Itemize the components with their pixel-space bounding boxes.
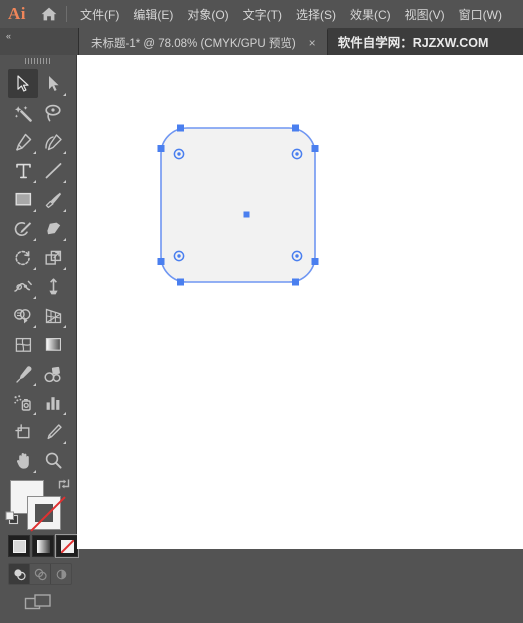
eyedropper-tool[interactable] — [8, 359, 38, 388]
rotate-tool[interactable] — [8, 243, 38, 272]
document-tab-bar: « 未标题-1* @ 78.08% (CMYK/GPU 预览) × 软件自学网：… — [0, 28, 523, 55]
gradient-tool[interactable] — [38, 330, 68, 359]
eraser-tool[interactable] — [38, 214, 68, 243]
tool-flyout-indicator — [33, 412, 36, 415]
menu-file[interactable]: 文件(F) — [73, 2, 126, 27]
gradient-mode-button[interactable] — [32, 535, 54, 557]
default-fill-stroke-icon[interactable] — [5, 511, 19, 530]
menu-edit[interactable]: 编辑(E) — [126, 2, 180, 27]
line-segment-tool[interactable] — [38, 156, 68, 185]
tool-grid — [0, 67, 76, 475]
menu-bar: Ai 文件(F) 编辑(E) 对象(O) 文字(T) 选择(S) 效果(C) 视… — [0, 0, 523, 28]
shape-builder-tool[interactable] — [8, 301, 38, 330]
pen-tool[interactable] — [8, 127, 38, 156]
tool-flyout-indicator — [33, 267, 36, 270]
shaper-tool[interactable] — [8, 214, 38, 243]
tool-flyout-indicator — [63, 267, 66, 270]
draw-normal-button[interactable] — [9, 564, 30, 584]
tool-flyout-indicator — [63, 180, 66, 183]
tool-flyout-indicator — [63, 325, 66, 328]
collapse-arrows-icon[interactable]: « — [6, 31, 11, 41]
type-tool[interactable] — [8, 156, 38, 185]
close-icon[interactable]: × — [306, 37, 319, 49]
menu-view[interactable]: 视图(V) — [398, 2, 452, 27]
paint-mode-row — [8, 534, 79, 558]
scale-tool[interactable] — [38, 243, 68, 272]
app-logo: Ai — [8, 4, 26, 23]
mesh-tool[interactable] — [8, 330, 38, 359]
tool-flyout-indicator — [33, 180, 36, 183]
symbol-sprayer-tool[interactable] — [8, 388, 38, 417]
home-icon[interactable] — [34, 0, 64, 28]
change-screen-mode-button[interactable] — [0, 593, 76, 613]
hand-tool[interactable] — [8, 446, 38, 475]
tool-panel — [0, 55, 79, 610]
tool-flyout-indicator — [63, 238, 66, 241]
document-tab-label: 未标题-1* @ 78.08% (CMYK/GPU 预览) — [91, 37, 296, 50]
tool-flyout-indicator — [63, 209, 66, 212]
tool-flyout-indicator — [63, 412, 66, 415]
selection-tool[interactable] — [8, 69, 38, 98]
tool-flyout-indicator — [33, 325, 36, 328]
illustrator-window: Ai 文件(F) 编辑(E) 对象(O) 文字(T) 选择(S) 效果(C) 视… — [0, 0, 523, 610]
artboard-tool[interactable] — [8, 417, 38, 446]
grip-dots-icon — [25, 58, 51, 64]
stroke-swatch[interactable] — [27, 496, 66, 532]
swap-fill-stroke-icon[interactable] — [57, 477, 71, 496]
tool-flyout-indicator — [33, 383, 36, 386]
draw-behind-button[interactable] — [30, 564, 51, 584]
free-transform-tool[interactable] — [38, 272, 68, 301]
slice-tool[interactable] — [38, 417, 68, 446]
width-tool[interactable] — [8, 272, 38, 301]
color-controls — [0, 475, 79, 623]
magic-wand-tool[interactable] — [8, 98, 38, 127]
tool-flyout-indicator — [33, 296, 36, 299]
tool-flyout-indicator — [63, 93, 66, 96]
menu-item-list: 文件(F) 编辑(E) 对象(O) 文字(T) 选择(S) 效果(C) 视图(V… — [73, 2, 509, 27]
curvature-tool[interactable] — [38, 127, 68, 156]
watermark-text: 软件自学网：RJZXW.COM — [337, 36, 489, 50]
blend-tool[interactable] — [38, 359, 68, 388]
menu-window[interactable]: 窗口(W) — [452, 2, 509, 27]
column-graph-tool[interactable] — [38, 388, 68, 417]
paintbrush-tool[interactable] — [38, 185, 68, 214]
lasso-tool[interactable] — [38, 98, 68, 127]
tool-flyout-indicator — [33, 238, 36, 241]
draw-mode-row — [8, 563, 72, 585]
tool-flyout-indicator — [33, 470, 36, 473]
menu-select[interactable]: 选择(S) — [289, 2, 343, 27]
tool-panel-grip[interactable] — [0, 55, 76, 67]
rounded-rectangle[interactable] — [161, 128, 315, 282]
tool-flyout-indicator — [63, 151, 66, 154]
color-mode-button[interactable] — [8, 535, 30, 557]
tool-flyout-indicator — [33, 209, 36, 212]
menu-type[interactable]: 文字(T) — [236, 2, 289, 27]
draw-inside-button[interactable] — [51, 564, 71, 584]
menubar-divider — [66, 6, 67, 22]
zoom-tool[interactable] — [38, 446, 68, 475]
artboard-canvas[interactable] — [77, 55, 523, 549]
perspective-grid-tool[interactable] — [38, 301, 68, 330]
menu-effect[interactable]: 效果(C) — [343, 2, 398, 27]
none-mode-button[interactable] — [55, 534, 79, 558]
tool-flyout-indicator — [63, 441, 66, 444]
selection-overlay — [157, 124, 319, 286]
rectangle-tool[interactable] — [8, 185, 38, 214]
document-tab[interactable]: 未标题-1* @ 78.08% (CMYK/GPU 预览) × — [79, 28, 328, 55]
menu-object[interactable]: 对象(O) — [180, 2, 235, 27]
direct-selection-tool[interactable] — [38, 69, 68, 98]
tool-flyout-indicator — [33, 151, 36, 154]
panel-collapse-area[interactable]: « — [0, 28, 79, 55]
